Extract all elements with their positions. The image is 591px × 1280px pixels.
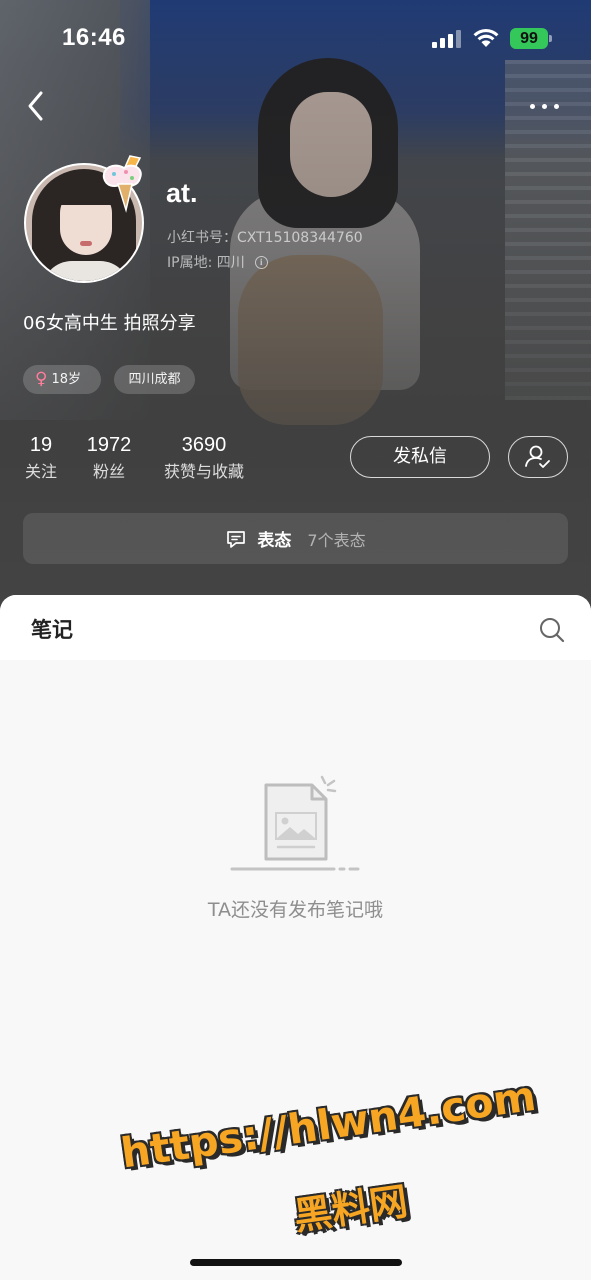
moments-count: 7个表态: [307, 530, 366, 550]
female-icon: ♀: [35, 369, 48, 389]
watermark: https://hlwn4.com 黑料网: [118, 1072, 578, 1250]
cellular-signal-icon: [432, 30, 462, 48]
send-message-button[interactable]: 发私信: [350, 436, 490, 478]
status-time: 16:46: [62, 24, 126, 51]
ip-value: 四川: [216, 255, 245, 271]
bio-text: 06女高中生 拍照分享: [23, 313, 196, 334]
empty-notes-icon: [230, 775, 360, 871]
user-id-value: CXT15108344760: [237, 230, 363, 246]
battery-indicator: 99: [510, 28, 548, 49]
user-check-icon: [525, 445, 550, 468]
home-indicator[interactable]: [190, 1259, 402, 1266]
info-icon[interactable]: i: [254, 255, 268, 269]
battery-level: 99: [520, 30, 538, 47]
search-icon[interactable]: [538, 616, 566, 644]
moments-title: 表态: [257, 531, 292, 551]
more-dots-icon[interactable]: [530, 96, 566, 116]
tab-notes[interactable]: 笔记: [31, 614, 73, 644]
notes-header: 笔记: [0, 595, 591, 660]
moments-bar[interactable]: 表态 7个表态: [23, 513, 568, 564]
stat-likes-label: 获赞与收藏: [163, 462, 244, 481]
location-tag: 四川成都: [114, 365, 195, 394]
age-tag: ♀ 18岁: [23, 365, 101, 394]
age-tag-label: 18岁: [51, 372, 81, 387]
battery-tip: [549, 35, 552, 42]
ip-label: IP属地:: [167, 255, 217, 271]
stat-followers[interactable]: 1972 粉丝: [84, 431, 134, 485]
stat-likes-value: 3690: [181, 434, 227, 456]
empty-notes-text: TA还没有发布笔记哦: [207, 899, 384, 921]
user-id[interactable]: 小红书号：CXT15108344760: [167, 227, 363, 247]
stat-following-value: 19: [29, 434, 53, 456]
username: at.: [166, 178, 198, 208]
location-tag-label: 四川成都: [128, 372, 181, 387]
stat-following[interactable]: 19 关注: [20, 431, 62, 485]
watermark-site-name: 黑料网: [291, 1179, 411, 1239]
stat-likes[interactable]: 3690 获赞与收藏: [157, 431, 251, 485]
stat-followers-value: 1972: [86, 434, 132, 456]
back-chevron-icon[interactable]: [20, 86, 54, 126]
wifi-icon: [473, 28, 499, 47]
ip-location: IP属地: 四川 i: [167, 252, 268, 272]
user-id-label: 小红书号：: [167, 230, 237, 246]
stat-following-label: 关注: [24, 462, 57, 481]
follow-button[interactable]: [508, 436, 568, 478]
stat-followers-label: 粉丝: [92, 462, 125, 481]
chat-bubble-icon: [227, 530, 246, 548]
ice-cream-sticker-icon: [102, 155, 142, 213]
